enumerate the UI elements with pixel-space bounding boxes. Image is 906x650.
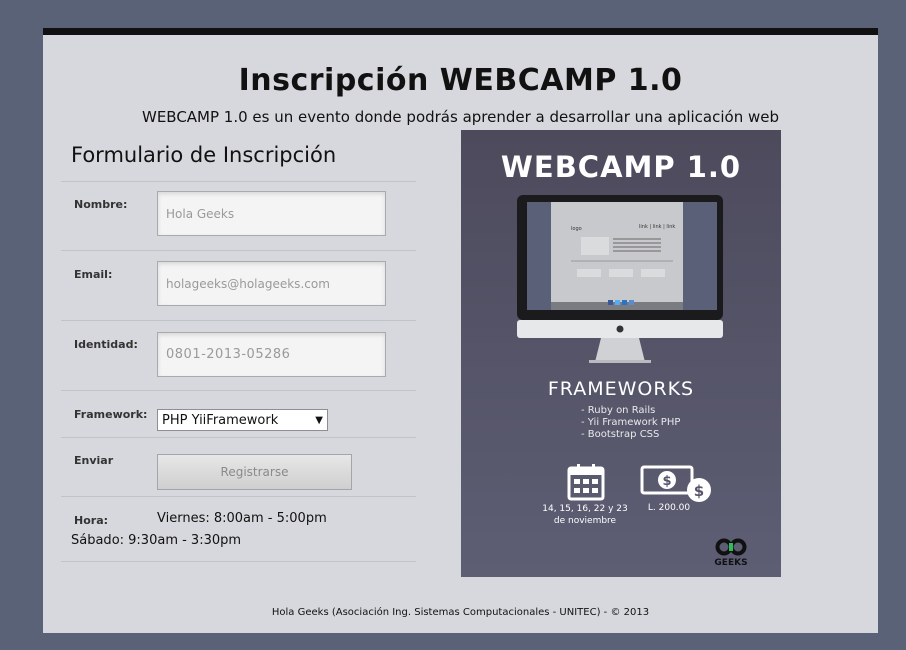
hours-friday: Viernes: 8:00am - 5:00pm bbox=[157, 511, 327, 526]
hours-saturday: Sábado: 9:30am - 3:30pm bbox=[71, 533, 242, 548]
page-subtitle: WEBCAMP 1.0 es un evento donde podrás ap… bbox=[141, 108, 779, 126]
poster-title: WEBCAMP 1.0 bbox=[500, 150, 742, 184]
svg-text:$: $ bbox=[694, 482, 704, 500]
event-price: L. 200.00 bbox=[647, 503, 691, 513]
calendar-icon bbox=[567, 464, 605, 501]
event-dates: 14, 15, 16, 22 y 23 de noviembre bbox=[539, 503, 631, 527]
footer: Hola Geeks (Asociación Ing. Sistemas Com… bbox=[271, 607, 650, 618]
event-poster: WEBCAMP 1.0 logo link | link | link FRAM… bbox=[461, 130, 781, 577]
svg-text:$: $ bbox=[662, 474, 671, 489]
divider bbox=[61, 561, 416, 562]
framework-select[interactable]: PHP YiiFramework ▼ bbox=[157, 409, 328, 431]
dropdown-arrow-icon: ▼ bbox=[315, 414, 323, 426]
event-dates-line2: de noviembre bbox=[553, 516, 617, 526]
email-input[interactable]: holageeks@holageeks.com bbox=[157, 261, 386, 306]
page-title: Inscripción WEBCAMP 1.0 bbox=[238, 63, 683, 98]
frameworks-title: FRAMEWORKS bbox=[547, 378, 695, 400]
email-label: Email: bbox=[74, 268, 113, 281]
event-dates-line1: 14, 15, 16, 22 y 23 bbox=[542, 504, 628, 514]
geeks-logo: GEEKS bbox=[714, 538, 748, 568]
divider bbox=[61, 181, 416, 182]
framework-label: Framework: bbox=[74, 408, 148, 421]
divider bbox=[61, 250, 416, 251]
identidad-label: Identidad: bbox=[74, 338, 138, 351]
nombre-input[interactable]: Hola Geeks bbox=[157, 191, 386, 236]
money-icon: $ $ bbox=[640, 465, 711, 502]
register-button[interactable]: Registrarse bbox=[157, 454, 352, 490]
registration-card: Inscripción WEBCAMP 1.0 WEBCAMP 1.0 es u… bbox=[43, 28, 878, 633]
nombre-label: Nombre: bbox=[74, 198, 128, 211]
hora-label: Hora: bbox=[74, 514, 109, 527]
screen-logo-text: logo bbox=[571, 226, 582, 232]
divider bbox=[61, 437, 416, 438]
framework-item: - Bootstrap CSS bbox=[581, 429, 660, 440]
geeks-logo-text: GEEKS bbox=[714, 558, 747, 568]
enviar-label: Enviar bbox=[74, 454, 114, 467]
framework-selected-value: PHP YiiFramework bbox=[162, 412, 279, 428]
divider bbox=[61, 390, 416, 391]
screen-links-text: link | link | link bbox=[639, 224, 675, 230]
frameworks-list: - Ruby on Rails - Yii Framework PHP - Bo… bbox=[581, 405, 680, 441]
framework-item: - Ruby on Rails bbox=[581, 405, 656, 416]
divider bbox=[61, 496, 416, 497]
divider bbox=[61, 320, 416, 321]
identidad-input[interactable]: 0801-2013-05286 bbox=[157, 332, 386, 377]
framework-item: - Yii Framework PHP bbox=[581, 417, 681, 428]
form-title: Formulario de Inscripción bbox=[71, 143, 337, 167]
